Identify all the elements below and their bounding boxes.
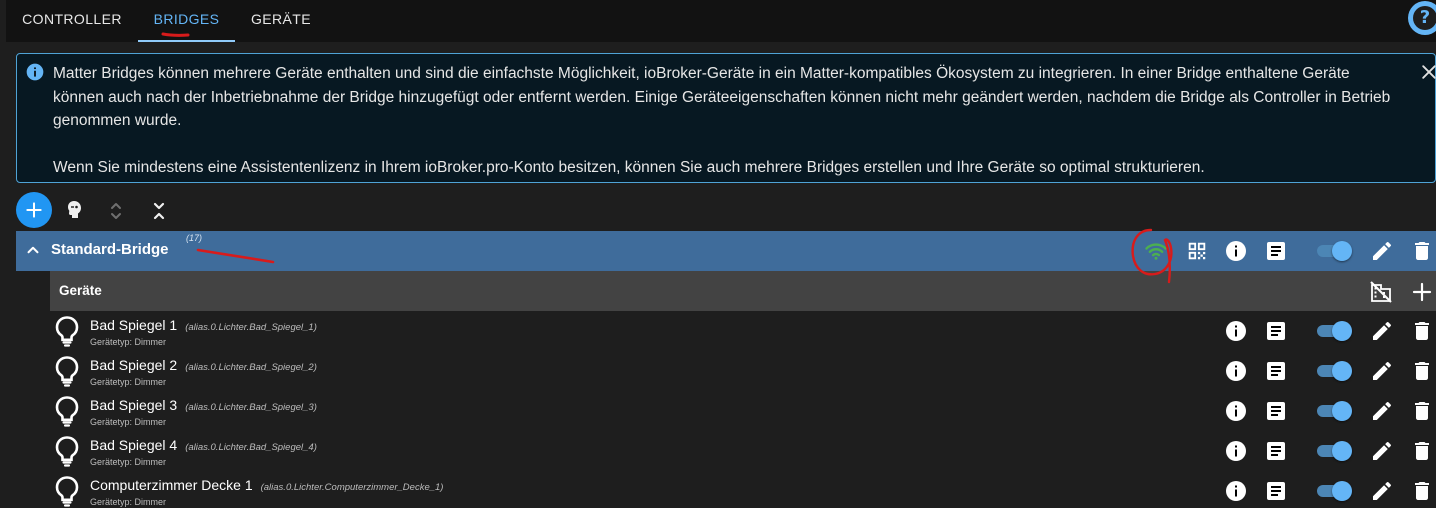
no-office-building-icon[interactable] [1369, 280, 1393, 304]
device-name: Computerzimmer Decke 1 [90, 477, 253, 493]
wifi-icon[interactable] [1144, 239, 1168, 263]
tab-controller[interactable]: Controller [6, 0, 138, 42]
edit-icon[interactable] [1370, 479, 1394, 503]
tab-bar: Controller Bridges Geräte [6, 0, 1436, 42]
tab-bridges[interactable]: Bridges [138, 0, 235, 42]
help-button[interactable]: ? [1408, 1, 1436, 35]
switch-thumb [1332, 441, 1352, 461]
log-icon[interactable] [1264, 439, 1288, 463]
info-icon[interactable] [1224, 399, 1248, 423]
switch-thumb [1332, 241, 1352, 261]
info-icon[interactable] [1224, 239, 1248, 263]
device-enable-switch[interactable] [1314, 400, 1354, 422]
log-icon[interactable] [1264, 319, 1288, 343]
tab-active-indicator [138, 40, 235, 42]
lightbulb-icon [53, 395, 81, 427]
info-icon[interactable] [1224, 359, 1248, 383]
delete-icon[interactable] [1410, 479, 1434, 503]
switch-thumb [1332, 361, 1352, 381]
edit-icon[interactable] [1370, 439, 1394, 463]
delete-icon[interactable] [1410, 359, 1434, 383]
device-id: (alias.0.Lichter.Computerzimmer_Decke_1) [260, 482, 444, 493]
switch-thumb [1332, 401, 1352, 421]
info-icon[interactable] [1224, 319, 1248, 343]
unfold-icon[interactable] [104, 199, 128, 223]
info-icon[interactable] [1224, 479, 1248, 503]
device-name: Bad Spiegel 1 [90, 317, 178, 333]
plus-icon[interactable] [1410, 280, 1434, 304]
log-icon[interactable] [1264, 359, 1288, 383]
log-icon[interactable] [1264, 479, 1288, 503]
edit-icon[interactable] [1370, 239, 1394, 263]
collapse-icon[interactable] [147, 199, 171, 223]
device-enable-switch[interactable] [1314, 360, 1354, 382]
lightbulb-icon [53, 475, 81, 507]
device-row[interactable]: Bad Spiegel 2 (alias.0.Lichter.Bad_Spiege… [50, 351, 1436, 391]
edit-icon[interactable] [1370, 399, 1394, 423]
alert-message: Matter Bridges können mehrere Geräte ent… [53, 62, 1403, 180]
bridge-enable-switch[interactable] [1314, 240, 1354, 262]
device-type: Gerätetyp: Dimmer [90, 417, 167, 427]
lightbulb-icon [53, 435, 81, 467]
device-type: Gerätetyp: Dimmer [90, 377, 167, 387]
tab-bridges-label: Bridges [153, 11, 220, 27]
delete-icon[interactable] [1410, 319, 1434, 343]
add-bridge-button[interactable] [16, 192, 52, 228]
device-row[interactable]: Computerzimmer Decke 1 (alias.0.Lichter.C… [50, 471, 1436, 508]
lightbulb-icon [53, 315, 81, 347]
info-alert: Matter Bridges können mehrere Geräte ent… [16, 53, 1436, 183]
info-icon[interactable] [1224, 439, 1248, 463]
device-name: Bad Spiegel 3 [90, 397, 178, 413]
devices-header: Geräte [50, 271, 1436, 311]
device-name: Bad Spiegel 2 [90, 357, 178, 373]
delete-icon[interactable] [1410, 439, 1434, 463]
device-name-line: Bad Spiegel 3 (alias.0.Lichter.Bad_Spiege… [90, 397, 317, 413]
delete-icon[interactable] [1410, 239, 1434, 263]
tab-geraete[interactable]: Geräte [235, 0, 327, 42]
bridge-device-count: (17) [186, 233, 203, 243]
device-type: Gerätetyp: Dimmer [90, 497, 167, 507]
bridge-title: Standard-Bridge [51, 241, 169, 258]
device-id: (alias.0.Lichter.Bad_Spiegel_1) [185, 322, 317, 333]
switch-thumb [1332, 321, 1352, 341]
device-name-line: Computerzimmer Decke 1 (alias.0.Lichter.C… [90, 477, 443, 493]
edit-icon[interactable] [1370, 319, 1394, 343]
tab-controller-label: Controller [22, 11, 122, 27]
device-row[interactable]: Bad Spiegel 1 (alias.0.Lichter.Bad_Spiege… [50, 311, 1436, 351]
tab-geraete-label: Geräte [251, 11, 311, 27]
device-id: (alias.0.Lichter.Bad_Spiegel_2) [185, 362, 317, 373]
lightbulb-icon [53, 355, 81, 387]
device-type: Gerätetyp: Dimmer [90, 337, 167, 347]
alert-paragraph-2: Wenn Sie mindestens eine Assistentenlize… [53, 159, 1205, 176]
plus-icon [26, 202, 42, 218]
device-name-line: Bad Spiegel 4 (alias.0.Lichter.Bad_Spiege… [90, 437, 317, 453]
bridge-row[interactable]: Standard-Bridge (17) [16, 231, 1436, 271]
info-icon [25, 62, 45, 82]
switch-thumb [1332, 481, 1352, 501]
edit-icon[interactable] [1370, 359, 1394, 383]
qr-code-icon[interactable] [1186, 240, 1208, 262]
device-name: Bad Spiegel 4 [90, 437, 178, 453]
device-id: (alias.0.Lichter.Bad_Spiegel_3) [185, 402, 317, 413]
device-name-line: Bad Spiegel 2 (alias.0.Lichter.Bad_Spiege… [90, 357, 317, 373]
robot-head-icon[interactable] [62, 198, 86, 222]
device-name-line: Bad Spiegel 1 (alias.0.Lichter.Bad_Spiege… [90, 317, 317, 333]
log-icon[interactable] [1264, 239, 1288, 263]
device-enable-switch[interactable] [1314, 320, 1354, 342]
device-row[interactable]: Bad Spiegel 4 (alias.0.Lichter.Bad_Spiege… [50, 431, 1436, 471]
devices-title: Geräte [59, 283, 102, 298]
device-type: Gerätetyp: Dimmer [90, 457, 167, 467]
device-id: (alias.0.Lichter.Bad_Spiegel_4) [185, 442, 317, 453]
delete-icon[interactable] [1410, 399, 1434, 423]
help-icon: ? [1413, 6, 1436, 30]
device-enable-switch[interactable] [1314, 440, 1354, 462]
close-icon[interactable] [1419, 62, 1436, 82]
alert-paragraph-1: Matter Bridges können mehrere Geräte ent… [53, 65, 1391, 129]
chevron-up-icon[interactable] [24, 241, 42, 259]
log-icon[interactable] [1264, 399, 1288, 423]
device-row[interactable]: Bad Spiegel 3 (alias.0.Lichter.Bad_Spiege… [50, 391, 1436, 431]
device-enable-switch[interactable] [1314, 480, 1354, 502]
